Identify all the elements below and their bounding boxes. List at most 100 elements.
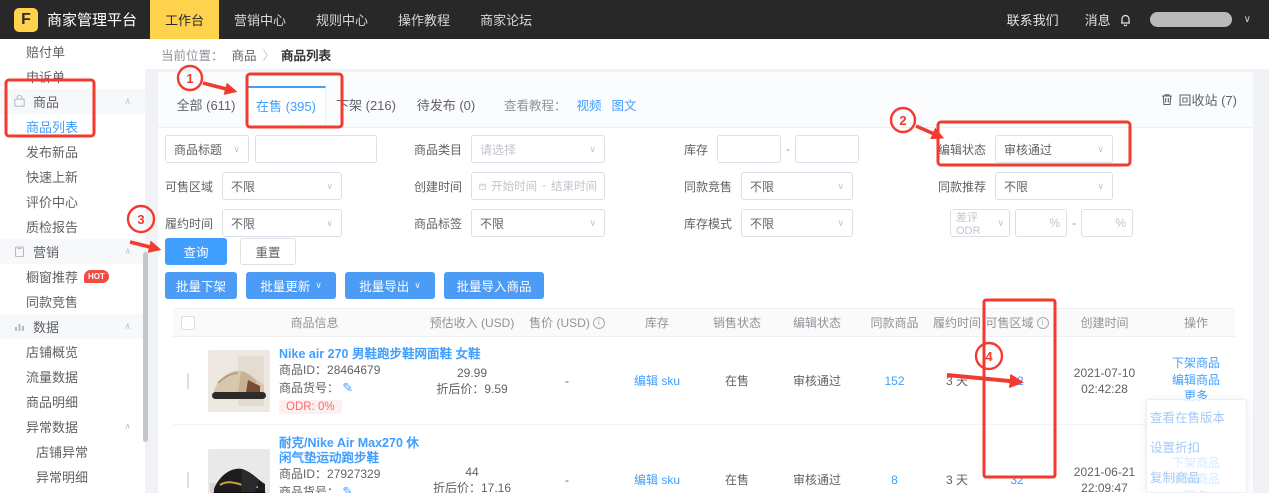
sale-region-count-link[interactable]: 32 bbox=[1010, 374, 1023, 388]
nav-tutorials[interactable]: 操作教程 bbox=[383, 0, 465, 39]
tutorial-video-link[interactable]: 视频 bbox=[577, 86, 602, 127]
edit-sku-link[interactable]: 编辑 sku bbox=[634, 374, 680, 388]
select-all-checkbox[interactable] bbox=[181, 316, 195, 330]
edit-product-link[interactable]: 编辑商品 bbox=[1157, 373, 1235, 389]
product-title[interactable]: 耐克/Nike Air Max270 休闲气垫运动跑步鞋 bbox=[279, 436, 427, 466]
sidebar-subgroup-abnormal-data[interactable]: 异常数据∧ bbox=[0, 414, 145, 439]
sidebar-item-review-center[interactable]: 评价中心 bbox=[0, 189, 145, 214]
info-icon[interactable]: i bbox=[593, 317, 605, 329]
tab-all[interactable]: 全部 (611) bbox=[166, 86, 246, 127]
chevron-down-icon: ∨ bbox=[997, 218, 1004, 229]
batch-export-button[interactable]: 批量导出∨ bbox=[345, 272, 435, 299]
chevron-up-icon: ∧ bbox=[124, 321, 131, 332]
batch-import-button[interactable]: 批量导入商品 bbox=[444, 272, 544, 299]
category-select[interactable]: 请选择∨ bbox=[471, 135, 605, 163]
tutorial-article-link[interactable]: 图文 bbox=[612, 86, 637, 127]
same-product-count-link[interactable]: 152 bbox=[884, 374, 904, 388]
stock-mode-select[interactable]: 不限∨ bbox=[741, 209, 853, 237]
region-select[interactable]: 不限∨ bbox=[222, 172, 342, 200]
info-icon[interactable]: i bbox=[1037, 317, 1049, 329]
contact-us-link[interactable]: 联系我们 bbox=[1007, 10, 1059, 29]
tag-select[interactable]: 不限∨ bbox=[471, 209, 605, 237]
offshelf-product-link[interactable]: 下架商品 bbox=[1157, 356, 1235, 372]
sidebar-item-publish-new[interactable]: 发布新品 bbox=[0, 139, 145, 164]
menu-item-view-live-version[interactable]: 查看在售版本 bbox=[1147, 403, 1246, 433]
chevron-up-icon: ∧ bbox=[124, 246, 131, 257]
menu-item-copy-product[interactable]: 复制商品 bbox=[1147, 463, 1246, 493]
same-rec-select[interactable]: 不限∨ bbox=[995, 172, 1113, 200]
tab-on-sale[interactable]: 在售 (395) bbox=[246, 86, 326, 127]
batch-offshelf-button[interactable]: 批量下架 bbox=[165, 272, 237, 299]
sale-region-count-link[interactable]: 32 bbox=[1010, 473, 1023, 487]
batch-update-button[interactable]: 批量更新∨ bbox=[246, 272, 336, 299]
title-type-select[interactable]: 商品标题∨ bbox=[165, 135, 249, 163]
edit-status-select[interactable]: 审核通过∨ bbox=[995, 135, 1113, 163]
revenue-cell: 29.99 折后价：9.59 bbox=[427, 365, 517, 397]
product-image-1[interactable] bbox=[208, 350, 270, 412]
col-create-time: 创建时间 bbox=[1052, 314, 1157, 331]
sidebar-item-product-list[interactable]: 商品列表 bbox=[0, 114, 145, 139]
sidebar-item-shop-overview[interactable]: 店铺概览 bbox=[0, 339, 145, 364]
edit-pencil-icon[interactable]: ✎ bbox=[342, 484, 353, 493]
nav-marketing-center[interactable]: 营销中心 bbox=[219, 0, 301, 39]
row-checkbox[interactable] bbox=[187, 373, 189, 389]
sidebar-group-marketing[interactable]: 营销∧ bbox=[0, 239, 145, 264]
breadcrumb-product[interactable]: 商品 bbox=[232, 45, 257, 64]
nav-merchant-forum[interactable]: 商家论坛 bbox=[465, 0, 547, 39]
stock-min-input[interactable] bbox=[717, 135, 781, 163]
product-id: 28464679 bbox=[327, 363, 380, 377]
sidebar-item-compensation[interactable]: 赔付单 bbox=[0, 39, 145, 64]
search-button[interactable]: 查询 bbox=[165, 238, 227, 265]
edit-status-cell: 审核通过 bbox=[777, 373, 857, 389]
sidebar-item-appeal[interactable]: 申诉单 bbox=[0, 64, 145, 89]
reset-button[interactable]: 重置 bbox=[240, 238, 296, 265]
chevron-down-icon: ∨ bbox=[837, 218, 844, 229]
odr-min-input[interactable] bbox=[1022, 216, 1049, 230]
bell-icon[interactable] bbox=[1119, 13, 1132, 27]
chevron-down-icon[interactable]: ∨ bbox=[1244, 14, 1251, 25]
odr-select[interactable]: 差评ODR∨ bbox=[950, 209, 1010, 237]
sidebar-item-shop-abnormal[interactable]: 店铺异常 bbox=[0, 439, 145, 464]
more-dropdown-menu: 查看在售版本 设置折扣 复制商品 bbox=[1146, 399, 1247, 493]
chevron-down-icon: ∨ bbox=[1097, 181, 1104, 192]
col-sale-status: 销售状态 bbox=[697, 314, 777, 331]
edit-sku-link[interactable]: 编辑 sku bbox=[634, 473, 680, 487]
tutorial-label: 查看教程： bbox=[504, 86, 567, 127]
recycle-bin-link[interactable]: 回收站 (7) bbox=[1161, 90, 1237, 109]
menu-item-set-discount[interactable]: 设置折扣 bbox=[1147, 433, 1246, 463]
sidebar-item-quality-report[interactable]: 质检报告 bbox=[0, 214, 145, 239]
product-title[interactable]: Nike air 270 男鞋跑步鞋网面鞋 女鞋 bbox=[279, 347, 431, 362]
chevron-down-icon: ∨ bbox=[1097, 144, 1104, 155]
edit-pencil-icon[interactable]: ✎ bbox=[342, 380, 353, 395]
title-search-input[interactable] bbox=[255, 135, 377, 163]
price-cell: - bbox=[517, 373, 617, 389]
tab-off-shelf[interactable]: 下架 (216) bbox=[326, 86, 406, 127]
nav-workbench[interactable]: 工作台 bbox=[150, 0, 219, 39]
sidebar-item-showcase-recommend[interactable]: 橱窗推荐 HOT bbox=[0, 264, 145, 289]
row-checkbox[interactable] bbox=[187, 472, 189, 488]
sidebar-item-traffic-data[interactable]: 流量数据 bbox=[0, 364, 145, 389]
stock-max-input[interactable] bbox=[795, 135, 859, 163]
same-product-count-link[interactable]: 8 bbox=[891, 473, 898, 487]
sidebar-item-quick-listing[interactable]: 快速上新 bbox=[0, 164, 145, 189]
product-image-2[interactable] bbox=[208, 449, 270, 493]
user-name-blurred[interactable] bbox=[1150, 12, 1232, 27]
fulfill-select[interactable]: 不限∨ bbox=[222, 209, 342, 237]
create-time-cell: 2021-06-21 22:09:47 bbox=[1052, 464, 1157, 493]
chevron-down-icon: ∨ bbox=[326, 181, 333, 192]
sidebar-item-product-detail[interactable]: 商品明细 bbox=[0, 389, 145, 414]
nav-rules-center[interactable]: 规则中心 bbox=[301, 0, 383, 39]
region-label: 可售区域 bbox=[165, 178, 213, 195]
sidebar-item-same-style-compete[interactable]: 同款竞售 bbox=[0, 289, 145, 314]
sidebar-scrollbar[interactable] bbox=[143, 252, 148, 442]
edit-status-cell: 审核通过 bbox=[777, 472, 857, 488]
same-sale-select[interactable]: 不限∨ bbox=[741, 172, 853, 200]
odr-max-input[interactable] bbox=[1088, 216, 1115, 230]
tab-to-publish[interactable]: 待发布 (0) bbox=[406, 86, 486, 127]
sidebar-group-data[interactable]: 数据∧ bbox=[0, 314, 145, 339]
date-range-picker[interactable]: 开始时间 - 结束时间 bbox=[471, 172, 605, 200]
sidebar-item-abnormal-detail[interactable]: 异常明细 bbox=[0, 464, 145, 489]
messages-link[interactable]: 消息 bbox=[1085, 10, 1111, 29]
col-operations: 操作 bbox=[1157, 314, 1235, 331]
sidebar-group-product[interactable]: 商品∧ bbox=[0, 89, 145, 114]
